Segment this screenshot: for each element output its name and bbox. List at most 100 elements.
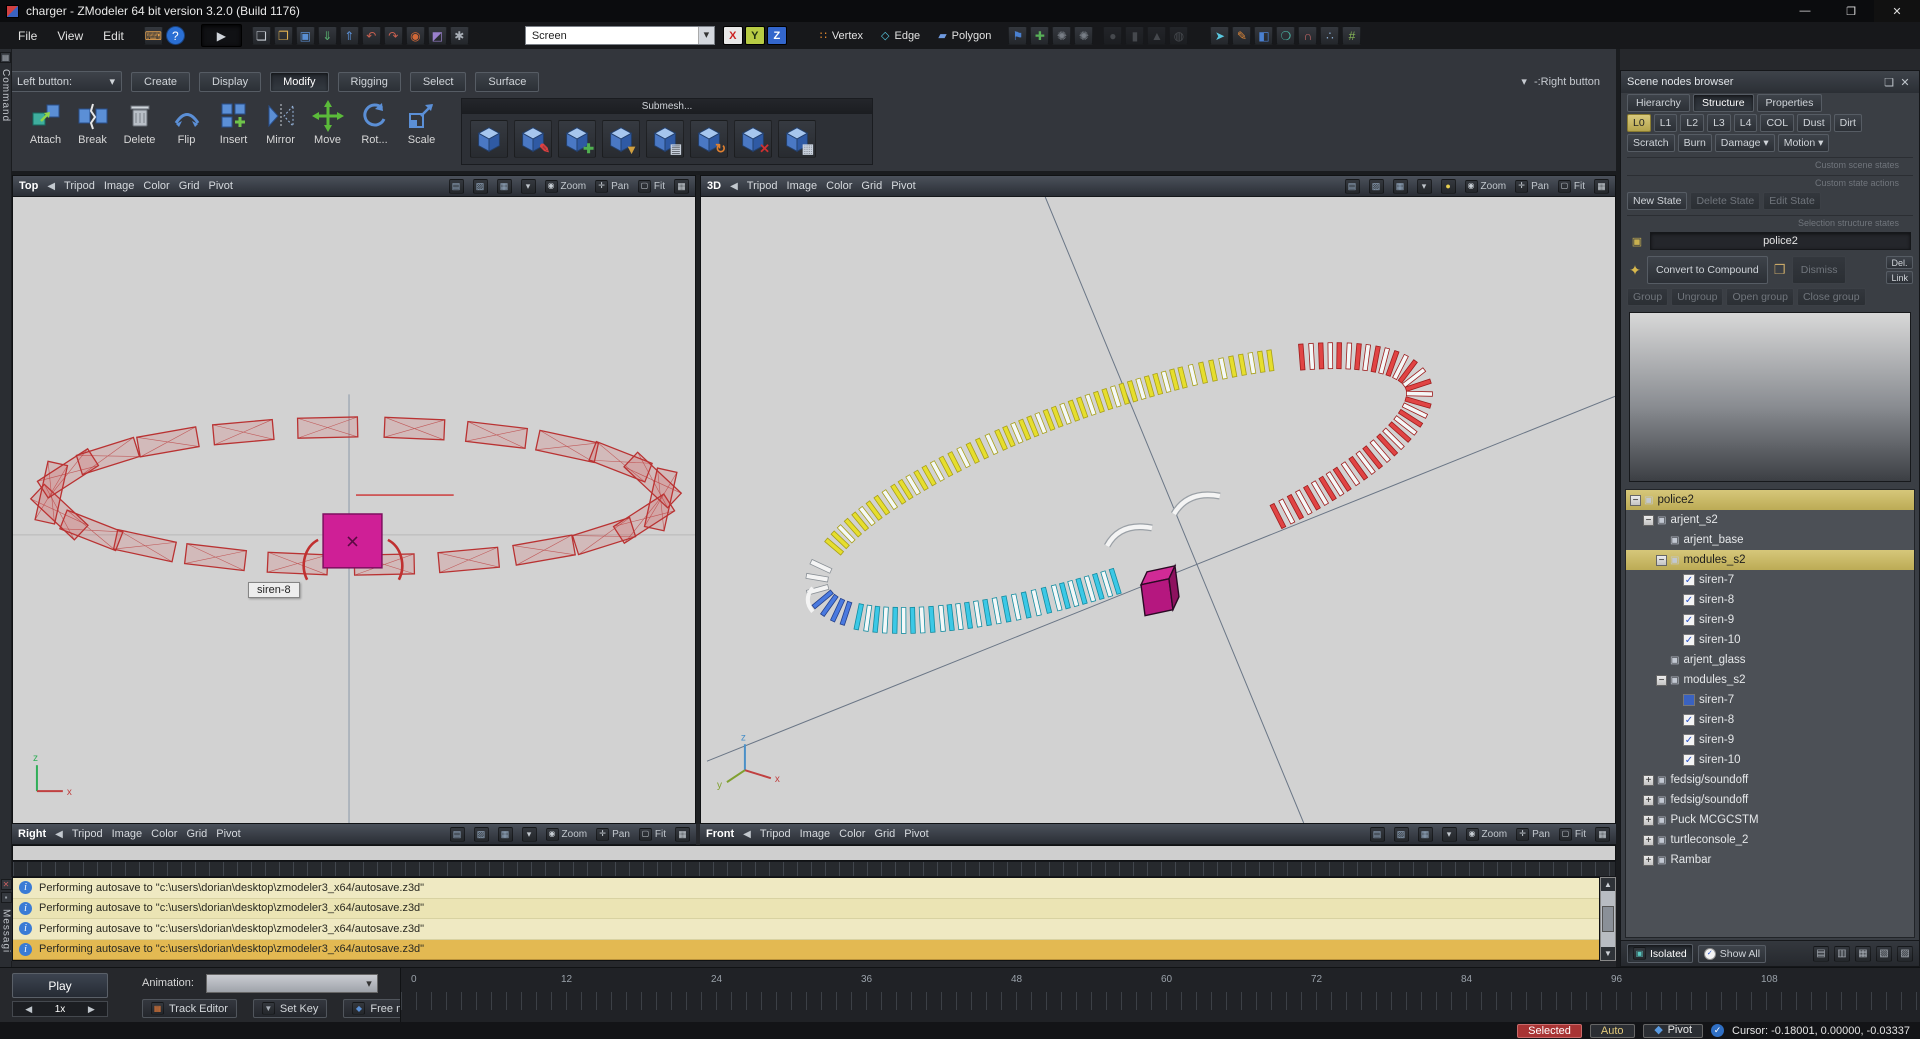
animation-dropdown[interactable]: ▾ <box>206 974 378 993</box>
viewport-menu-image[interactable]: Image <box>800 828 831 840</box>
left-button-dropdown[interactable]: Left button: ▾ <box>10 71 122 92</box>
layer-button-l2[interactable]: L2 <box>1680 114 1704 132</box>
viewport-maximize-icon[interactable]: ▦ <box>675 827 690 842</box>
state-button-delete-state[interactable]: Delete State <box>1690 192 1760 210</box>
mode-vertex-button[interactable]: ∷Vertex <box>813 27 870 44</box>
messages-panel-tab[interactable]: Messagi <box>1 909 12 953</box>
dropdown-arrow-icon[interactable]: ▾ <box>522 827 537 842</box>
viewport-menu-tripod[interactable]: Tripod <box>72 828 103 840</box>
gear-left-icon[interactable]: ✺ <box>1052 26 1071 45</box>
speed-up-icon[interactable]: ▶ <box>76 1002 107 1016</box>
render-icon[interactable]: ◉ <box>406 26 425 45</box>
texture-icon[interactable]: ▦ <box>498 827 513 842</box>
measure-icon[interactable]: # <box>1342 26 1361 45</box>
layer-button-col[interactable]: COL <box>1760 114 1794 132</box>
submesh-assign-icon[interactable]: ▼ <box>602 120 640 158</box>
viewport-menu-grid[interactable]: Grid <box>861 180 882 192</box>
viewport-menu-color[interactable]: Color <box>151 828 177 840</box>
tree-node-siren-7[interactable]: ✓siren-7 <box>1626 570 1914 590</box>
pivot-badge[interactable]: ◆Pivot <box>1643 1024 1703 1038</box>
tree-node-siren-10[interactable]: ✓siren-10 <box>1626 630 1914 650</box>
fill-icon[interactable]: ◧ <box>1254 26 1273 45</box>
layer-button-l3[interactable]: L3 <box>1707 114 1731 132</box>
scroll-thumb[interactable] <box>1602 906 1614 932</box>
maximize-button[interactable]: ❐ <box>1828 0 1874 22</box>
viewport-menu-pivot[interactable]: Pivot <box>891 180 915 192</box>
menu-file[interactable]: File <box>8 25 47 47</box>
tree-node-fedsig-soundoff[interactable]: +▣fedsig/soundoff <box>1626 770 1914 790</box>
damage-button-scratch[interactable]: Scratch <box>1627 134 1675 152</box>
tab-hierarchy[interactable]: Hierarchy <box>1627 94 1690 112</box>
viewport-pan-button[interactable]: ✛Pan <box>1515 180 1549 193</box>
viewport-menu-pivot[interactable]: Pivot <box>904 828 928 840</box>
show-all-button[interactable]: ✓Show All <box>1698 945 1766 963</box>
wire-icon[interactable]: ▤ <box>450 827 465 842</box>
shade-icon[interactable]: ▨ <box>474 827 489 842</box>
select-icon[interactable]: ➤ <box>1210 26 1229 45</box>
log-pin-icon[interactable]: ▪ <box>1 892 12 903</box>
tree-list-icon[interactable]: ▥ <box>1834 946 1850 962</box>
play-button[interactable]: Play <box>12 973 108 998</box>
tree-expander-icon[interactable]: + <box>1643 775 1654 786</box>
viewport-pan-button[interactable]: ✛Pan <box>595 180 629 193</box>
submesh-add-icon[interactable]: ✚ <box>558 120 596 158</box>
shade-icon[interactable]: ▨ <box>473 179 488 194</box>
tab-structure[interactable]: Structure <box>1693 94 1754 112</box>
tool-break-button[interactable]: Break <box>69 98 116 146</box>
paint-icon[interactable]: ✎ <box>1232 26 1251 45</box>
command-panel-tab[interactable]: Command <box>0 69 11 122</box>
viewport-3d-content[interactable]: zxy <box>701 197 1615 823</box>
axis-x-button[interactable]: X <box>723 26 743 45</box>
tree-expander-icon[interactable]: − <box>1630 495 1641 506</box>
tree-checkbox[interactable]: ✓ <box>1683 614 1695 626</box>
undo-icon[interactable]: ↶ <box>362 26 381 45</box>
tree-checkbox[interactable]: ✓ <box>1683 634 1695 646</box>
viewport-top-content[interactable]: zx siren-8 <box>13 197 695 823</box>
isolated-button[interactable]: ▣Isolated <box>1627 944 1693 963</box>
tool-flip-button[interactable]: Flip <box>163 98 210 146</box>
tree-node-fedsig-soundoff[interactable]: +▣fedsig/soundoff <box>1626 790 1914 810</box>
tab-rigging[interactable]: Rigging <box>338 72 401 92</box>
scroll-down-icon[interactable]: ▼ <box>1601 947 1615 960</box>
viewport-collapse-arrow-icon[interactable]: ◀ <box>730 181 738 192</box>
tree-checkbox[interactable]: ✓ <box>1683 594 1695 606</box>
state-button-new-state[interactable]: New State <box>1627 192 1687 210</box>
menu-edit[interactable]: Edit <box>93 25 134 47</box>
viewport-menu-image[interactable]: Image <box>787 180 818 192</box>
float-panel-icon[interactable]: ❏ <box>1881 74 1897 90</box>
submesh-list-icon[interactable]: ▤ <box>646 120 684 158</box>
viewport-fit-button[interactable]: ▢Fit <box>1558 180 1585 193</box>
viewport-pan-button[interactable]: ✛Pan <box>596 828 630 841</box>
log-scrollbar[interactable]: ▲ ▼ <box>1600 877 1616 961</box>
damage-button-damage[interactable]: Damage ▾ <box>1715 134 1775 152</box>
tree-node-siren-8[interactable]: ✓siren-8 <box>1626 590 1914 610</box>
tab-select[interactable]: Select <box>410 72 467 92</box>
layer-button-l1[interactable]: L1 <box>1654 114 1678 132</box>
mode-edge-button[interactable]: ◇Edge <box>874 27 927 44</box>
viewport-menu-grid[interactable]: Grid <box>179 180 200 192</box>
dismiss-button[interactable]: Dismiss <box>1792 256 1847 284</box>
layer-button-dirt[interactable]: Dirt <box>1834 114 1862 132</box>
layer-button-dust[interactable]: Dust <box>1797 114 1831 132</box>
open-folder-icon[interactable]: ❐ <box>274 26 293 45</box>
tree-expander-icon[interactable]: + <box>1643 795 1654 806</box>
convert-to-compound-button[interactable]: Convert to Compound <box>1647 256 1768 284</box>
tree-sort-icon[interactable]: ▤ <box>1813 946 1829 962</box>
keyboard-icon[interactable]: ⌨ <box>144 26 163 45</box>
close-button[interactable]: ✕ <box>1874 0 1920 22</box>
log-row[interactable]: iPerforming autosave to "c:\users\dorian… <box>13 899 1599 920</box>
dropdown-arrow-icon[interactable]: ▾ <box>521 179 536 194</box>
set-key-button[interactable]: ▼Set Key <box>253 999 328 1018</box>
tree-node-puck-mcgcstm[interactable]: +▣Puck MCGCSTM <box>1626 810 1914 830</box>
threed-viewport-canvas[interactable]: zxy <box>701 197 1615 823</box>
import-icon[interactable]: ⇓ <box>318 26 337 45</box>
submesh-rotate-icon[interactable]: ↻ <box>690 120 728 158</box>
viewport-menu-pivot[interactable]: Pivot <box>216 828 240 840</box>
link-button[interactable]: Link <box>1886 271 1913 284</box>
tool-attach-button[interactable]: Attach <box>22 98 69 146</box>
viewport-maximize-icon[interactable]: ▦ <box>1595 827 1610 842</box>
viewport-menu-grid[interactable]: Grid <box>186 828 207 840</box>
submesh-paint-icon[interactable]: ✎ <box>514 120 552 158</box>
tree-checkbox[interactable]: ✓ <box>1683 574 1695 586</box>
tree-node-siren-10[interactable]: ✓siren-10 <box>1626 750 1914 770</box>
